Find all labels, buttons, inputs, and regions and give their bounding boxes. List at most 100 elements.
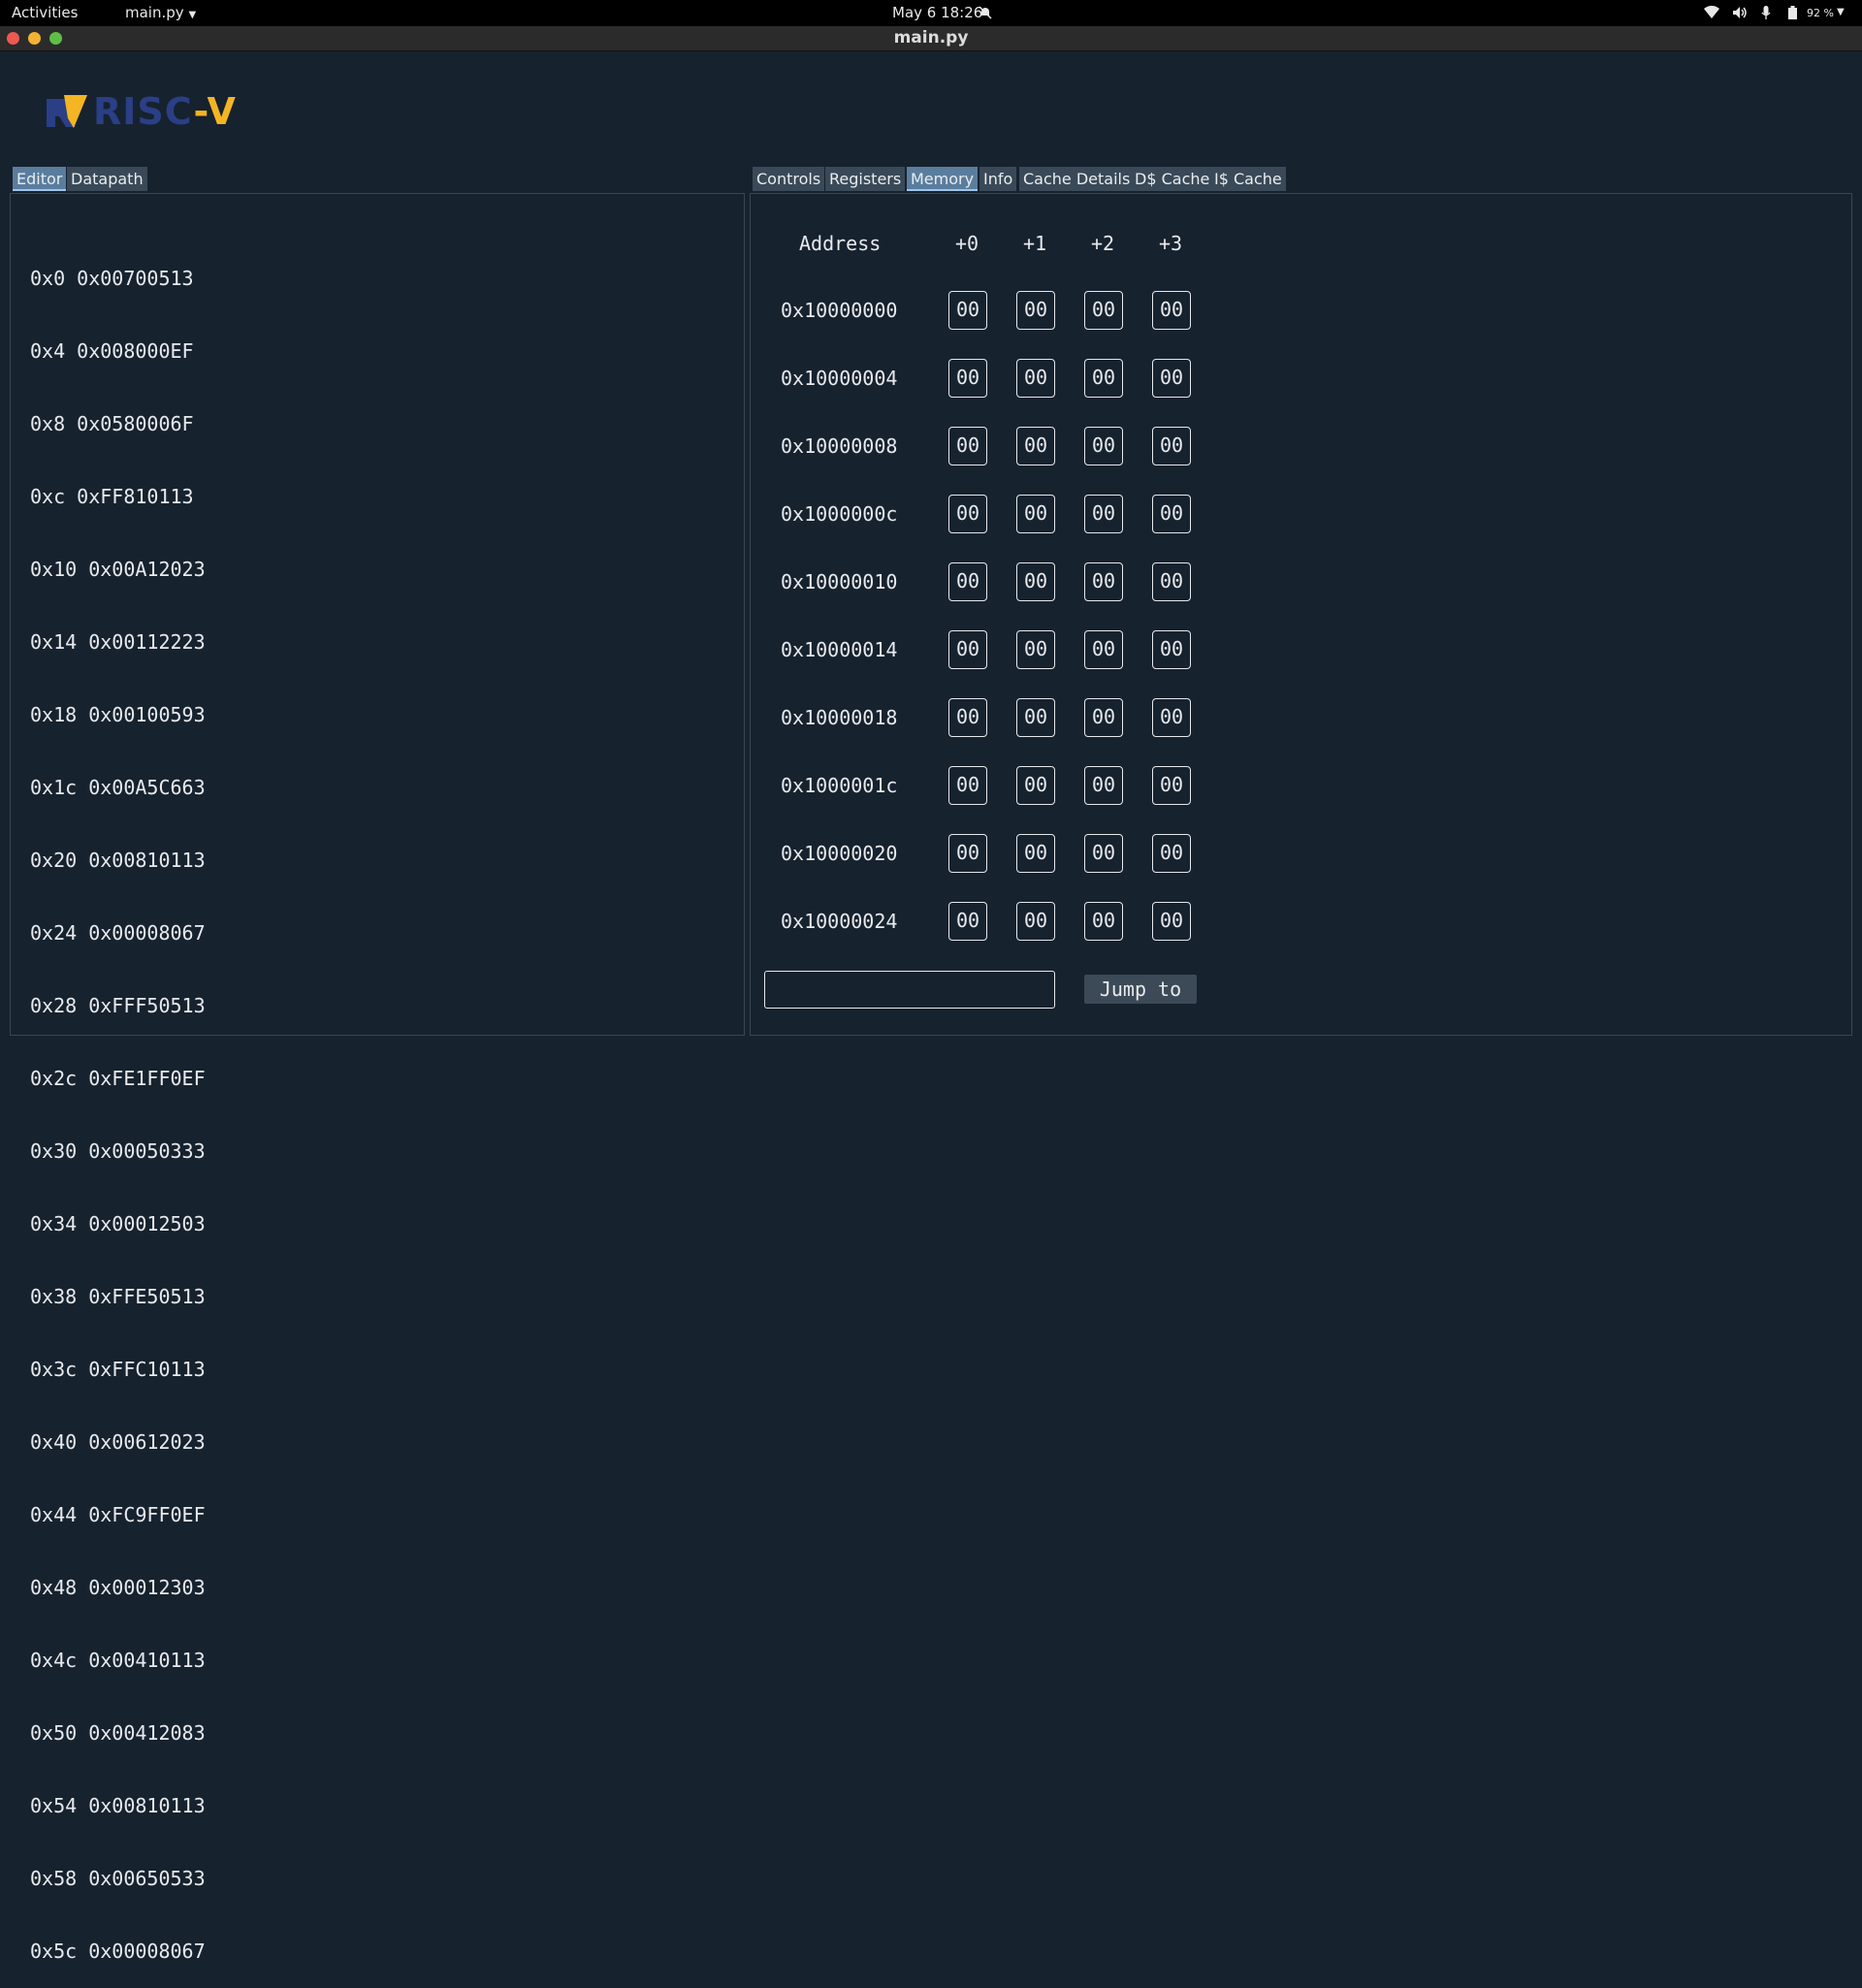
memory-address: 0x10000008 (781, 434, 898, 458)
window-title: main.py (893, 28, 969, 48)
microphone-icon[interactable] (1758, 5, 1774, 20)
memory-byte-cell[interactable]: 00 (1016, 359, 1055, 398)
wifi-icon[interactable] (1703, 5, 1720, 20)
memory-byte-cell[interactable]: 00 (948, 562, 987, 601)
memory-byte-cell[interactable]: 00 (1016, 698, 1055, 737)
code-line: 0x5c 0x00008067 (30, 1940, 206, 1963)
notifications-off-icon (977, 5, 994, 20)
code-line: 0x4 0x008000EF (30, 339, 194, 363)
code-line: 0x30 0x00050333 (30, 1139, 206, 1163)
memory-address: 0x1000000c (781, 502, 898, 526)
memory-byte-cell[interactable]: 00 (1152, 766, 1191, 805)
chevron-down-icon: ▼ (188, 10, 197, 20)
clock[interactable]: May 6 18:26 (892, 4, 982, 21)
memory-address: 0x10000000 (781, 299, 898, 322)
memory-byte-cell[interactable]: 00 (1016, 495, 1055, 533)
memory-byte-cell[interactable]: 00 (948, 834, 987, 873)
memory-byte-cell[interactable]: 00 (1084, 291, 1123, 330)
offset-header-1: +1 (1023, 232, 1047, 255)
memory-byte-cell[interactable]: 00 (948, 630, 987, 669)
volume-icon[interactable] (1731, 5, 1749, 20)
app-menu-label: main.py (125, 4, 184, 21)
memory-byte-cell[interactable]: 00 (1152, 630, 1191, 669)
memory-byte-cell[interactable]: 00 (948, 359, 987, 398)
tab-memory[interactable]: Memory (907, 167, 979, 191)
memory-byte-cell[interactable]: 00 (1084, 562, 1123, 601)
memory-byte-cell[interactable]: 00 (948, 698, 987, 737)
memory-byte-cell[interactable]: 00 (948, 291, 987, 330)
system-menu-chevron-icon[interactable]: ▼ (1837, 7, 1845, 17)
code-line: 0x10 0x00A12023 (30, 558, 206, 581)
memory-byte-cell[interactable]: 00 (1152, 427, 1191, 465)
memory-byte-cell[interactable]: 00 (1016, 630, 1055, 669)
code-line: 0x34 0x00012503 (30, 1212, 206, 1235)
memory-byte-cell[interactable]: 00 (1016, 902, 1055, 941)
jump-address-input[interactable] (764, 971, 1055, 1009)
code-line: 0x4c 0x00410113 (30, 1649, 206, 1672)
memory-byte-cell[interactable]: 00 (1084, 766, 1123, 805)
code-line: 0x2c 0xFE1FF0EF (30, 1067, 206, 1090)
jump-to-button[interactable]: Jump to (1084, 975, 1197, 1004)
activities-button[interactable]: Activities (12, 4, 78, 21)
memory-byte-cell[interactable]: 00 (1084, 359, 1123, 398)
memory-byte-cell[interactable]: 00 (1084, 698, 1123, 737)
tab-registers[interactable]: Registers (825, 167, 906, 191)
app-menu[interactable]: main.py ▼ (125, 4, 196, 21)
memory-byte-cell[interactable]: 00 (1152, 698, 1191, 737)
tab-cache-details[interactable]: Cache Details (1019, 167, 1135, 191)
memory-address: 0x10000024 (781, 910, 898, 933)
address-header: Address (799, 232, 882, 255)
memory-byte-cell[interactable]: 00 (948, 427, 987, 465)
tab-controls[interactable]: Controls (753, 167, 825, 191)
memory-byte-cell[interactable]: 00 (1016, 562, 1055, 601)
memory-byte-cell[interactable]: 00 (1084, 427, 1123, 465)
tab-editor[interactable]: Editor (13, 167, 67, 191)
code-line: 0x28 0xFFF50513 (30, 994, 206, 1017)
battery-icon[interactable] (1787, 5, 1797, 20)
code-line: 0xc 0xFF810113 (30, 485, 194, 508)
code-line: 0x1c 0x00A5C663 (30, 776, 206, 799)
memory-byte-cell[interactable]: 00 (1152, 495, 1191, 533)
memory-byte-cell[interactable]: 00 (1084, 630, 1123, 669)
memory-byte-cell[interactable]: 00 (1152, 291, 1191, 330)
window-titlebar: main.py (0, 26, 1862, 51)
memory-byte-cell[interactable]: 00 (1084, 834, 1123, 873)
memory-byte-cell[interactable]: 00 (1016, 766, 1055, 805)
code-line: 0x24 0x00008067 (30, 921, 206, 945)
memory-address: 0x10000014 (781, 638, 898, 661)
memory-byte-cell[interactable]: 00 (1152, 562, 1191, 601)
memory-byte-cell[interactable]: 00 (948, 766, 987, 805)
code-line: 0x54 0x00810113 (30, 1794, 206, 1817)
memory-byte-cell[interactable]: 00 (1084, 495, 1123, 533)
code-line: 0x58 0x00650533 (30, 1867, 206, 1890)
memory-address: 0x10000018 (781, 706, 898, 729)
tab-datapath[interactable]: Datapath (67, 167, 147, 191)
logo-accent: -V (193, 90, 237, 133)
code-line: 0x14 0x00112223 (30, 630, 206, 654)
memory-byte-cell[interactable]: 00 (1084, 902, 1123, 941)
memory-address: 0x10000004 (781, 367, 898, 390)
memory-byte-cell[interactable]: 00 (1152, 834, 1191, 873)
memory-byte-cell[interactable]: 00 (1152, 359, 1191, 398)
memory-panel (750, 193, 1852, 1036)
memory-byte-cell[interactable]: 00 (1016, 427, 1055, 465)
memory-address: 0x1000001c (781, 774, 898, 797)
memory-byte-cell[interactable]: 00 (1016, 291, 1055, 330)
code-line: 0x48 0x00012303 (30, 1576, 206, 1599)
tab-icache[interactable]: I$ Cache (1210, 167, 1286, 191)
code-line: 0x8 0x0580006F (30, 412, 194, 435)
editor-code[interactable]: 0x0 0x00700513 0x4 0x008000EF 0x8 0x0580… (30, 218, 206, 1988)
code-line: 0x3c 0xFFC10113 (30, 1358, 206, 1381)
memory-byte-cell[interactable]: 00 (1016, 834, 1055, 873)
tab-dcache[interactable]: D$ Cache (1131, 167, 1214, 191)
memory-byte-cell[interactable]: 00 (948, 495, 987, 533)
top-bar: Activities main.py ▼ May 6 18:26 92 % ▼ (0, 0, 1862, 26)
code-line: 0x44 0xFC9FF0EF (30, 1503, 206, 1526)
memory-byte-cell[interactable]: 00 (1152, 902, 1191, 941)
battery-percent: 92 % (1807, 7, 1834, 19)
tab-info[interactable]: Info (979, 167, 1017, 191)
code-line: 0x18 0x00100593 (30, 703, 206, 726)
logo-text: RISC-V (93, 90, 237, 133)
code-line: 0x40 0x00612023 (30, 1430, 206, 1454)
memory-byte-cell[interactable]: 00 (948, 902, 987, 941)
